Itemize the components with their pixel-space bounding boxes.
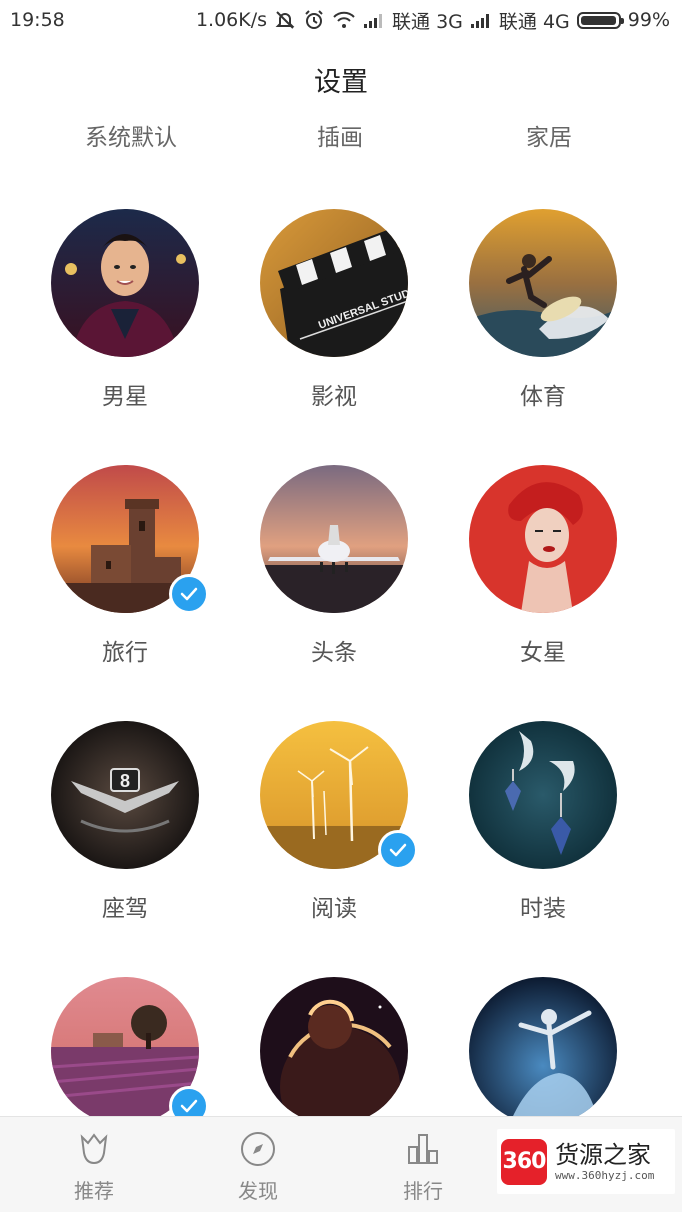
category-item-headlines[interactable]: 头条 <box>249 465 419 695</box>
nav-item-ranking[interactable]: 排行 <box>363 1129 483 1209</box>
category-image-cars: 8 <box>51 721 199 869</box>
category-image-headlines <box>260 465 408 613</box>
category-label: 体育 <box>520 384 566 410</box>
watermark-logo: 360 <box>501 1138 547 1185</box>
selected-check-icon <box>378 830 418 870</box>
category-label: 头条 <box>311 640 357 666</box>
category-label: 男星 <box>102 384 148 410</box>
category-item-film[interactable]: UNIVERSAL STUDIOS 影视 <box>249 209 419 439</box>
category-label: 阅读 <box>311 896 357 922</box>
watermark-name: 货源之家 <box>555 1140 651 1169</box>
nav-label: 发现 <box>238 1179 278 1203</box>
svg-text:8: 8 <box>120 771 130 791</box>
selected-check-icon <box>169 574 209 614</box>
bar-chart-icon <box>408 1134 438 1164</box>
compass-icon <box>241 1132 275 1166</box>
watermark-url: www.360hyzj.com <box>555 1168 655 1182</box>
category-item-reading[interactable]: 阅读 <box>249 721 419 951</box>
category-image-fashion <box>469 721 617 869</box>
category-item-fashion[interactable]: 时装 <box>458 721 628 951</box>
category-item-travel[interactable]: 旅行 <box>40 465 210 695</box>
nav-label: 推荐 <box>74 1179 114 1203</box>
category-image-male-star <box>51 209 199 357</box>
category-image-space <box>260 977 408 1125</box>
nav-item-discover[interactable]: 发现 <box>198 1129 318 1209</box>
category-item-sports[interactable]: 体育 <box>458 209 628 439</box>
category-item-male-star[interactable]: 男星 <box>40 209 210 439</box>
category-image-dancer <box>469 977 617 1125</box>
category-label: 影视 <box>311 384 357 410</box>
category-image-female-star <box>469 465 617 613</box>
nav-item-recommend[interactable]: 推荐 <box>34 1129 154 1209</box>
category-image-sports <box>469 209 617 357</box>
category-image-film: UNIVERSAL STUDIOS <box>260 209 408 357</box>
category-label: 时装 <box>520 896 566 922</box>
category-label: 女星 <box>520 640 566 666</box>
category-item-female-star[interactable]: 女星 <box>458 465 628 695</box>
category-item-cars[interactable]: 8 座驾 <box>40 721 210 951</box>
category-grid: 男星 UNIVERSAL STUDIOS 影视 体育 旅行 头条 女星 8 座驾… <box>0 0 682 1212</box>
nav-label: 排行 <box>403 1179 443 1203</box>
category-label: 座驾 <box>102 896 148 922</box>
category-label: 旅行 <box>102 640 148 666</box>
tulip-icon <box>80 1133 108 1165</box>
watermark: 360 货源之家 www.360hyzj.com <box>497 1129 675 1194</box>
